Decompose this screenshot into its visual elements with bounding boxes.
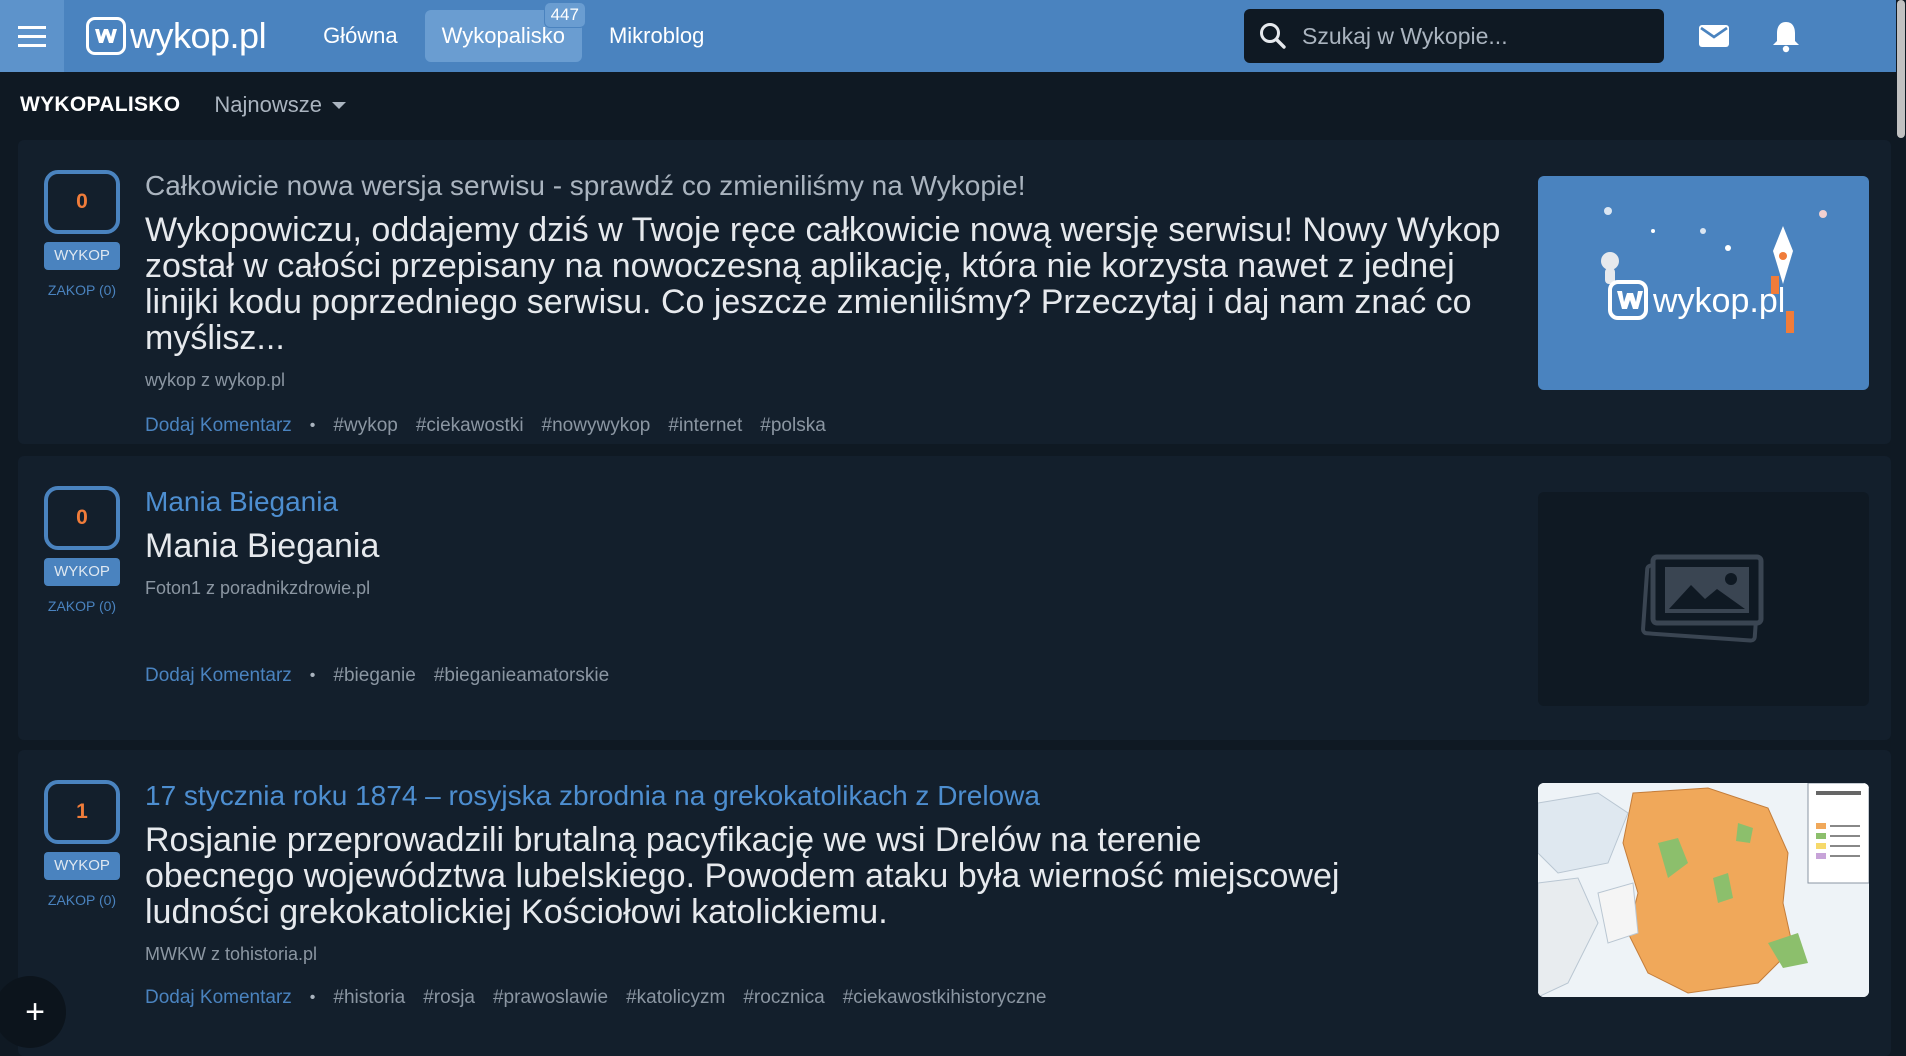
tag-link[interactable]: #ciekawostki	[416, 415, 524, 437]
vote-box: 1 WYKOP ZAKOP (0)	[44, 780, 120, 908]
link-title[interactable]: Całkowicie nowa wersja serwisu - sprawdź…	[145, 170, 1515, 202]
image-placeholder-icon	[1640, 554, 1763, 643]
link-description[interactable]: Rosjanie przeprowadzili brutalną pacyfik…	[145, 822, 1345, 930]
vote-box: 0 WYKOP ZAKOP (0)	[44, 170, 120, 298]
section-title: WYKOPALISKO	[20, 93, 181, 116]
link-thumbnail[interactable]	[1538, 492, 1869, 706]
main-nav: Główna Wykopalisko 447 Mikroblog	[306, 0, 731, 72]
separator-dot: •	[309, 989, 316, 1006]
link-card: 0 WYKOP ZAKOP (0) Mania Biegania Mania B…	[18, 456, 1891, 740]
wykop-logo-icon	[86, 17, 126, 55]
logo-text: wykop.pl	[130, 15, 267, 56]
link-content: 17 stycznia roku 1874 – rosyjska zbrodni…	[145, 780, 1345, 1009]
add-comment-link[interactable]: Dodaj Komentarz	[145, 665, 292, 687]
wykop-button[interactable]: WYKOP	[44, 242, 120, 270]
search-input[interactable]	[1300, 21, 1644, 51]
link-description[interactable]: Mania Biegania	[145, 528, 1515, 564]
nav-item-glowna[interactable]: Główna	[306, 10, 415, 62]
link-meta: Dodaj Komentarz • #historia #rosja #praw…	[145, 987, 1345, 1009]
add-comment-link[interactable]: Dodaj Komentarz	[145, 415, 292, 437]
zakop-button[interactable]: ZAKOP (0)	[48, 282, 116, 298]
link-card: 1 WYKOP ZAKOP (0) 17 stycznia roku 1874 …	[18, 750, 1891, 1056]
top-bar: wykop.pl Główna Wykopalisko 447 Mikroblo…	[0, 0, 1896, 72]
tag-link[interactable]: #rocznica	[743, 987, 824, 1009]
plus-icon: +	[25, 992, 45, 1031]
count-badge: 447	[543, 2, 586, 28]
chevron-down-icon	[332, 101, 347, 109]
tag-link[interactable]: #rosja	[423, 987, 475, 1009]
zakop-button[interactable]: ZAKOP (0)	[48, 598, 116, 614]
thumb-logo-text: wykop.pl	[1652, 282, 1785, 320]
vote-count: 0	[44, 170, 120, 234]
tag-link[interactable]: #ciekawostkihistoryczne	[843, 987, 1047, 1009]
tag-link[interactable]: #bieganieamatorskie	[434, 665, 609, 687]
link-thumbnail[interactable]	[1538, 783, 1869, 997]
separator-dot: •	[309, 667, 316, 684]
link-meta: Dodaj Komentarz • #bieganie #bieganieama…	[145, 665, 1515, 687]
vote-box: 0 WYKOP ZAKOP (0)	[44, 486, 120, 614]
link-content: Mania Biegania Mania Biegania Foton1 z p…	[145, 486, 1515, 687]
tag-link[interactable]: #wykop	[333, 415, 397, 437]
vote-count: 0	[44, 486, 120, 550]
wykop-promo-image: wykop.pl	[1601, 207, 1827, 333]
vote-count: 1	[44, 780, 120, 844]
sort-dropdown[interactable]: Najnowsze	[214, 92, 347, 118]
link-card: 0 WYKOP ZAKOP (0) Całkowicie nowa wersja…	[18, 140, 1891, 444]
link-thumbnail[interactable]: wykop.pl	[1538, 176, 1869, 390]
wykop-button[interactable]: WYKOP	[44, 852, 120, 880]
add-comment-link[interactable]: Dodaj Komentarz	[145, 987, 292, 1009]
logo[interactable]: wykop.pl	[86, 15, 267, 57]
search-box[interactable]	[1244, 9, 1664, 63]
tag-link[interactable]: #bieganie	[333, 665, 415, 687]
wykop-button[interactable]: WYKOP	[44, 558, 120, 586]
scrollbar[interactable]	[1896, 0, 1906, 1056]
mail-icon[interactable]	[1696, 18, 1732, 54]
link-source[interactable]: Foton1 z poradnikzdrowie.pl	[145, 578, 1515, 599]
tag-link[interactable]: #nowywykop	[542, 415, 651, 437]
tag-link[interactable]: #polska	[760, 415, 826, 437]
link-description[interactable]: Wykopowiczu, oddajemy dziś w Twoje ręce …	[145, 212, 1515, 356]
separator-dot: •	[309, 417, 316, 434]
tag-link[interactable]: #prawoslawie	[493, 987, 608, 1009]
menu-button[interactable]	[0, 0, 64, 72]
menu-icon	[18, 25, 46, 47]
link-title[interactable]: Mania Biegania	[145, 486, 1515, 518]
link-meta: Dodaj Komentarz • #wykop #ciekawostki #n…	[145, 415, 1515, 437]
sort-label: Najnowsze	[214, 92, 323, 117]
tag-link[interactable]: #internet	[668, 415, 742, 437]
section-header: WYKOPALISKO Najnowsze	[20, 92, 347, 118]
nav-item-mikroblog[interactable]: Mikroblog	[592, 10, 721, 62]
nav-item-wykopalisko[interactable]: Wykopalisko 447	[424, 2, 586, 62]
map-image	[1538, 783, 1869, 997]
link-source[interactable]: MWKW z tohistoria.pl	[145, 944, 1345, 965]
tag-link[interactable]: #historia	[333, 987, 405, 1009]
link-title[interactable]: 17 stycznia roku 1874 – rosyjska zbrodni…	[145, 780, 1345, 812]
scrollbar-thumb[interactable]	[1897, 0, 1905, 138]
link-content: Całkowicie nowa wersja serwisu - sprawdź…	[145, 170, 1515, 437]
search-icon	[1260, 23, 1286, 49]
tag-link[interactable]: #katolicyzm	[626, 987, 725, 1009]
link-source[interactable]: wykop z wykop.pl	[145, 370, 1515, 391]
zakop-button[interactable]: ZAKOP (0)	[48, 892, 116, 908]
bell-icon[interactable]	[1768, 18, 1804, 54]
